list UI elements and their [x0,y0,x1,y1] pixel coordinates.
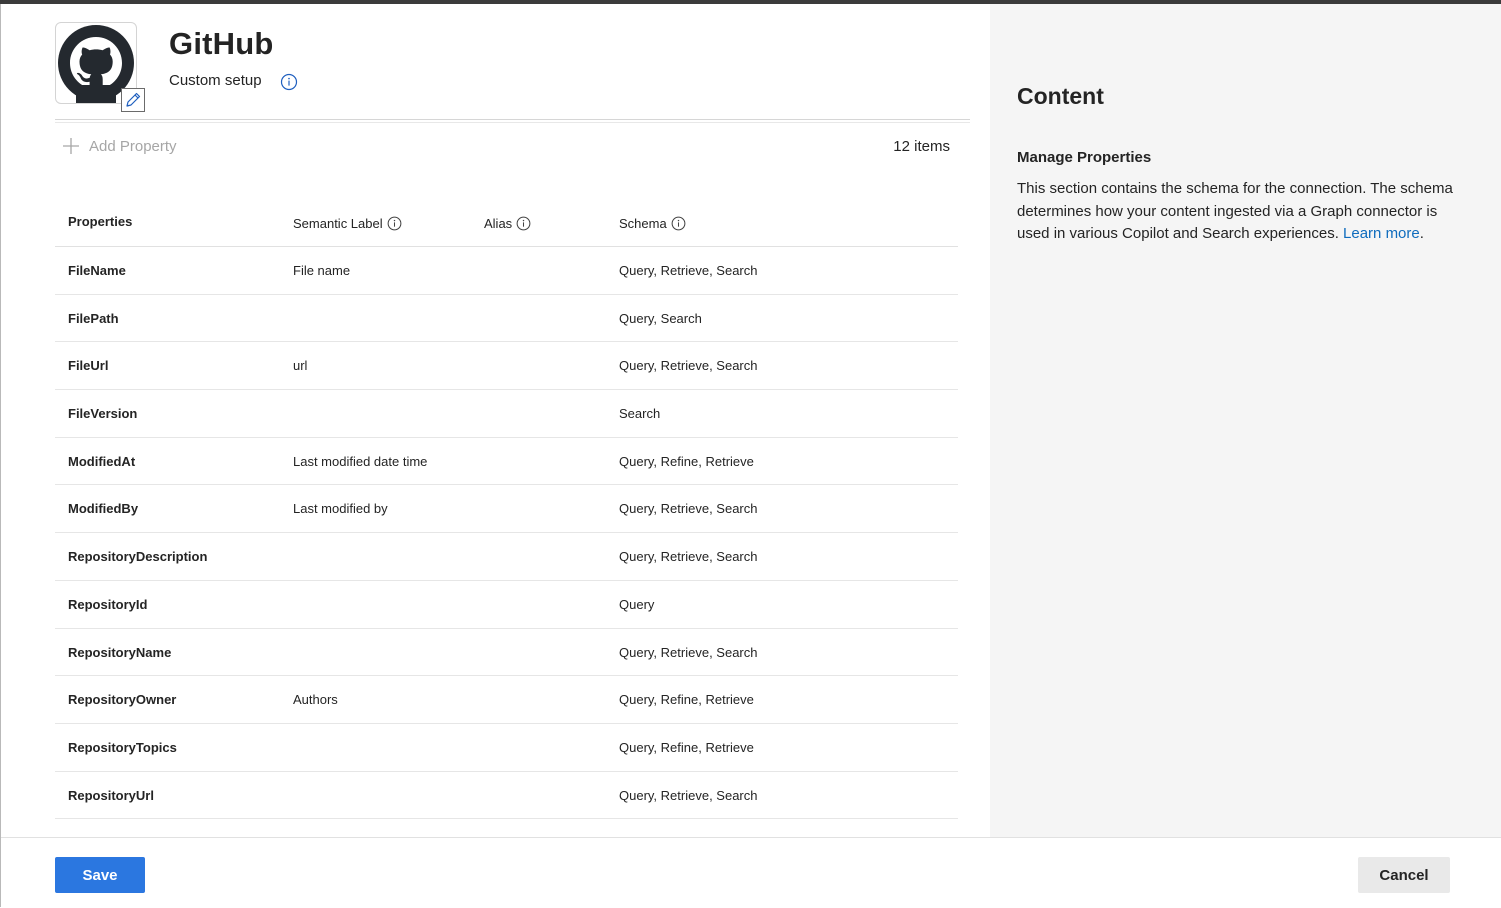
table-row[interactable]: FileUrl url Query, Retrieve, Search [55,342,958,391]
save-button[interactable]: Save [55,857,145,893]
learn-more-link[interactable]: Learn more [1343,225,1420,242]
header-divider [55,119,970,123]
property-name: RepositoryId [68,596,148,612]
property-name: RepositoryName [68,644,172,660]
semantic-label: Last modified date time [293,453,428,469]
property-name: RepositoryTopics [68,739,177,755]
property-name: ModifiedBy [68,501,139,517]
property-name: FileName [68,263,126,278]
table-row[interactable]: ModifiedAt Last modified date time Query… [55,438,958,486]
footer-bar: Save Cancel [1,837,1501,908]
table-row[interactable]: FileName File name Query, Retrieve, Sear… [55,247,958,295]
table-row[interactable]: RepositoryId Query [55,581,958,629]
help-side-panel: Content Manage Properties This section c… [990,4,1501,837]
schema: Query, Retrieve, Search [619,263,758,278]
items-count: 12 items [893,138,950,155]
property-name: RepositoryDescription [68,549,208,565]
property-name: RepositoryUrl [68,787,154,803]
table-row[interactable]: RepositoryUrl Query, Retrieve, Search [55,772,958,820]
schema: Query, Retrieve, Search [619,549,758,565]
semantic-label: Authors [293,692,338,708]
schema: Query, Retrieve, Search [619,644,758,660]
schema: Query, Retrieve, Search [619,787,758,803]
schema: Query, Refine, Retrieve [619,692,754,708]
semantic-label: Last modified by [293,501,388,517]
plus-icon [63,138,79,154]
info-icon [280,73,298,91]
edit-logo-button[interactable] [121,88,145,112]
property-name: FilePath [68,310,119,326]
main-panel: GitHub Custom setup Add Property 12 item… [1,4,990,837]
link-suffix: . [1419,225,1424,243]
side-panel-subtitle: Manage Properties [1017,149,1152,166]
schema: Query, Refine, Retrieve [619,739,754,755]
setup-info-button[interactable] [280,73,298,96]
info-icon[interactable] [516,216,531,231]
page-title: GitHub [169,26,274,61]
pencil-icon [126,92,141,107]
column-header-schema[interactable]: Schema [619,216,686,231]
info-icon[interactable] [387,216,402,231]
setup-type-label: Custom setup [169,72,262,89]
table-row[interactable]: RepositoryOwner Authors Query, Refine, R… [55,676,958,724]
column-header-alias[interactable]: Alias [484,216,531,231]
schema: Query, Retrieve, Search [619,501,758,517]
column-header-semantic-label[interactable]: Semantic Label [293,216,402,231]
schema: Query, Retrieve, Search [619,358,758,374]
property-name: ModifiedAt [68,453,136,469]
schema: Query, Refine, Retrieve [619,453,754,469]
properties-table: Properties Semantic Label Alias Schema F… [55,202,958,820]
table-header: Properties Semantic Label Alias Schema [55,202,958,247]
add-property-label: Add Property [89,137,177,155]
table-row[interactable]: FileVersion Search [55,390,958,438]
cancel-button[interactable]: Cancel [1358,857,1450,893]
schema: Query, Search [619,310,702,326]
schema: Search [619,406,661,422]
semantic-label: url [293,358,308,374]
property-name: RepositoryOwner [68,692,177,708]
side-panel-title: Content [1017,83,1104,109]
table-row[interactable]: FilePath Query, Search [55,295,958,343]
table-row[interactable]: RepositoryName Query, Retrieve, Search [55,629,958,677]
table-row[interactable]: RepositoryDescription Query, Retrieve, S… [55,533,958,581]
table-row[interactable]: RepositoryTopics Query, Refine, Retrieve [55,724,958,772]
table-row[interactable]: ModifiedBy Last modified by Query, Retri… [55,485,958,534]
schema: Query [619,596,655,612]
column-header-properties[interactable]: Properties [68,214,132,229]
info-icon[interactable] [671,216,686,231]
property-name: FileVersion [68,406,138,422]
side-panel-description: This section contains the schema for the… [1017,178,1457,246]
add-property-button[interactable]: Add Property [61,136,177,156]
semantic-label: File name [293,263,351,278]
property-name: FileUrl [68,358,109,374]
